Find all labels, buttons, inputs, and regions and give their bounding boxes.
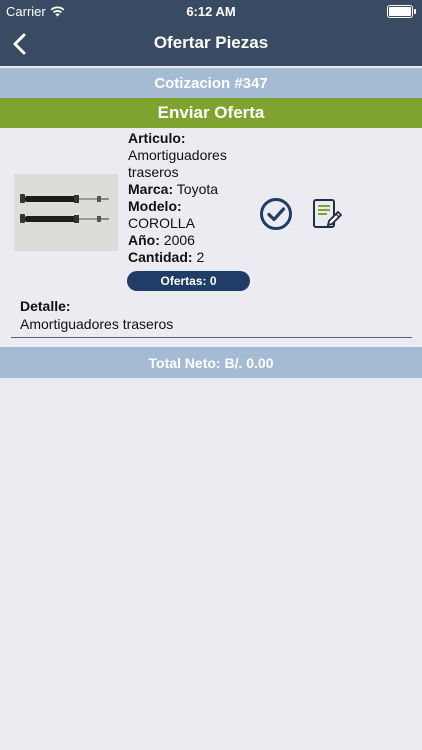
clock: 6:12 AM bbox=[186, 4, 236, 19]
brand-value: Toyota bbox=[176, 181, 219, 197]
article-value: Amortiguadores traseros bbox=[128, 147, 227, 180]
edit-document-icon[interactable] bbox=[312, 198, 342, 230]
brand-label: Marca: bbox=[128, 181, 174, 197]
total-net-bar: Total Neto: B/. 0.00 bbox=[0, 347, 422, 378]
year-label: Año: bbox=[128, 232, 160, 248]
status-bar: Carrier 6:12 AM bbox=[0, 0, 422, 22]
product-info: Articulo: Amortiguadores traseros Marca:… bbox=[128, 130, 258, 266]
article-label: Articulo: bbox=[128, 130, 186, 146]
page-title: Ofertar Piezas bbox=[153, 33, 269, 52]
model-value: COROLLA bbox=[128, 215, 195, 231]
checkmark-circle-icon[interactable] bbox=[259, 197, 293, 231]
detail-divider bbox=[11, 337, 412, 338]
detail-label: Detalle: bbox=[20, 298, 71, 314]
model-label: Modelo: bbox=[128, 198, 182, 214]
detail-section: Detalle: Amortiguadores traseros bbox=[20, 297, 173, 333]
quantity-label: Cantidad: bbox=[128, 249, 193, 265]
quote-header: Cotizacion #347 bbox=[0, 68, 422, 98]
battery-icon bbox=[387, 5, 416, 18]
detail-value: Amortiguadores traseros bbox=[20, 316, 174, 332]
navigation-bar: Carrier 6:12 AM Ofertar Piezas bbox=[0, 0, 422, 66]
product-image bbox=[14, 174, 118, 251]
offers-count-badge[interactable]: Ofertas: 0 bbox=[127, 271, 250, 291]
send-offer-button[interactable]: Enviar Oferta bbox=[0, 98, 422, 128]
quantity-value: 2 bbox=[196, 249, 205, 265]
year-value: 2006 bbox=[163, 232, 195, 248]
